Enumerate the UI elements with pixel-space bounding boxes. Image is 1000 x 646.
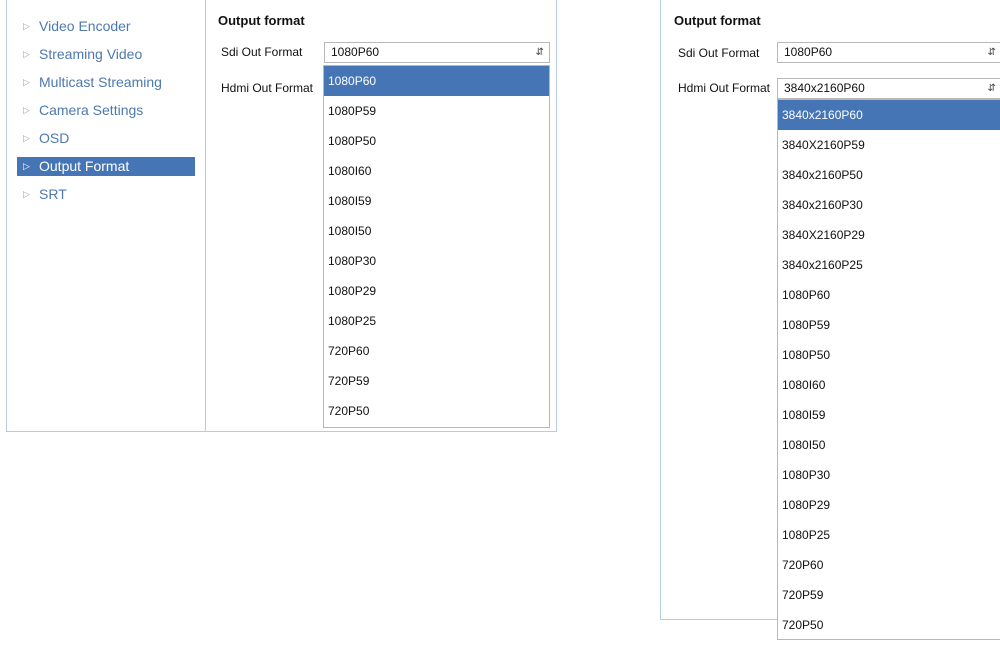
sidebar-item-osd[interactable]: ▷ OSD — [17, 129, 195, 148]
sidebar-item-output-format[interactable]: ▷ Output Format — [17, 157, 195, 176]
sdi-out-format-value: 1080P60 — [331, 45, 380, 59]
sdi-out-format-select[interactable]: 1080P60 ⇵ — [777, 42, 1000, 63]
dropdown-option[interactable]: 1080I50 — [778, 430, 1000, 460]
sidebar-item-label: Camera Settings — [39, 102, 144, 118]
hdmi-out-format-label: Hdmi Out Format — [221, 81, 314, 95]
left-settings-panel: ▷ Video Encoder ▷ Streaming Video ▷ Multica… — [6, 0, 557, 432]
right-settings-panel: Output format Sdi Out Format 1080P60 ⇵ H… — [660, 0, 1000, 640]
sdi-out-format-label: Sdi Out Format — [678, 46, 760, 60]
hdmi-out-format-value: 3840x2160P60 — [784, 81, 865, 95]
dropdown-option[interactable]: 3840x2160P25 — [778, 250, 1000, 280]
hdmi-out-format-dropdown[interactable]: 3840x2160P60 3840X2160P59 3840x2160P50 3… — [777, 99, 1000, 640]
dropdown-option[interactable]: 720P59 — [324, 366, 549, 396]
triangle-right-icon: ▷ — [23, 77, 30, 87]
dropdown-option[interactable]: 1080P60 — [324, 66, 549, 96]
dropdown-option[interactable]: 3840X2160P59 — [778, 130, 1000, 160]
dropdown-option[interactable]: 1080I50 — [324, 216, 549, 246]
dropdown-option[interactable]: 1080P30 — [778, 460, 1000, 490]
dropdown-option[interactable]: 1080I60 — [778, 370, 1000, 400]
section-title: Output format — [674, 13, 761, 28]
sidebar-item-srt[interactable]: ▷ SRT — [17, 185, 195, 204]
hdmi-out-format-label: Hdmi Out Format — [678, 81, 771, 95]
dropdown-option[interactable]: 720P50 — [324, 396, 549, 426]
triangle-right-icon: ▷ — [23, 21, 30, 31]
triangle-right-icon: ▷ — [23, 49, 30, 59]
sidebar-item-camera-settings[interactable]: ▷ Camera Settings — [17, 101, 195, 120]
hdmi-out-format-select[interactable]: 3840x2160P60 ⇵ — [777, 78, 1000, 99]
sidebar-item-label: Output Format — [39, 158, 130, 174]
dropdown-option[interactable]: 1080P59 — [324, 96, 549, 126]
up-down-arrows-icon: ⇵ — [535, 47, 544, 58]
dropdown-option[interactable]: 3840x2160P50 — [778, 160, 1000, 190]
up-down-arrows-icon: ⇵ — [987, 83, 996, 94]
dropdown-option[interactable]: 1080P29 — [778, 490, 1000, 520]
sidebar-item-multicast-streaming[interactable]: ▷ Multicast Streaming — [17, 73, 195, 92]
sidebar-item-label: Streaming Video — [39, 46, 143, 62]
dropdown-option[interactable]: 720P60 — [324, 336, 549, 366]
dropdown-option[interactable]: 1080I59 — [778, 400, 1000, 430]
sidebar-item-video-encoder[interactable]: ▷ Video Encoder — [17, 17, 195, 36]
dropdown-option[interactable]: 3840x2160P30 — [778, 190, 1000, 220]
sdi-out-format-select[interactable]: 1080P60 ⇵ — [324, 42, 550, 63]
sidebar-item-label: OSD — [39, 130, 70, 146]
section-title: Output format — [218, 13, 305, 28]
dropdown-option[interactable]: 720P59 — [778, 580, 1000, 610]
sidebar-item-label: Video Encoder — [39, 18, 131, 34]
dropdown-option[interactable]: 1080P60 — [778, 280, 1000, 310]
sidebar: ▷ Video Encoder ▷ Streaming Video ▷ Multica… — [7, 0, 206, 431]
dropdown-option[interactable]: 1080P30 — [324, 246, 549, 276]
up-down-arrows-icon: ⇵ — [987, 47, 996, 58]
dropdown-option[interactable]: 1080P50 — [324, 126, 549, 156]
triangle-right-icon: ▷ — [23, 189, 30, 199]
dropdown-option[interactable]: 1080P25 — [778, 520, 1000, 550]
dropdown-option[interactable]: 1080P25 — [324, 306, 549, 336]
dropdown-option[interactable]: 1080I59 — [324, 186, 549, 216]
dropdown-option[interactable]: 1080P59 — [778, 310, 1000, 340]
triangle-right-icon: ▷ — [23, 133, 30, 143]
triangle-right-icon: ▷ — [23, 105, 30, 115]
dropdown-option[interactable]: 3840X2160P29 — [778, 220, 1000, 250]
dropdown-option[interactable]: 3840x2160P60 — [778, 100, 1000, 130]
dropdown-option[interactable]: 1080P29 — [324, 276, 549, 306]
dropdown-option[interactable]: 720P60 — [778, 550, 1000, 580]
hdmi-out-format-dropdown[interactable]: 1080P60 1080P59 1080P50 1080I60 1080I59 … — [323, 65, 550, 428]
triangle-right-icon: ▷ — [23, 161, 30, 171]
sdi-out-format-label: Sdi Out Format — [221, 45, 303, 59]
sdi-out-format-value: 1080P60 — [784, 45, 833, 59]
sidebar-item-streaming-video[interactable]: ▷ Streaming Video — [17, 45, 195, 64]
sidebar-item-label: SRT — [39, 186, 67, 202]
sidebar-item-label: Multicast Streaming — [39, 74, 162, 90]
dropdown-option[interactable]: 1080I60 — [324, 156, 549, 186]
dropdown-option[interactable]: 720P50 — [778, 610, 1000, 640]
dropdown-option[interactable]: 1080P50 — [778, 340, 1000, 370]
